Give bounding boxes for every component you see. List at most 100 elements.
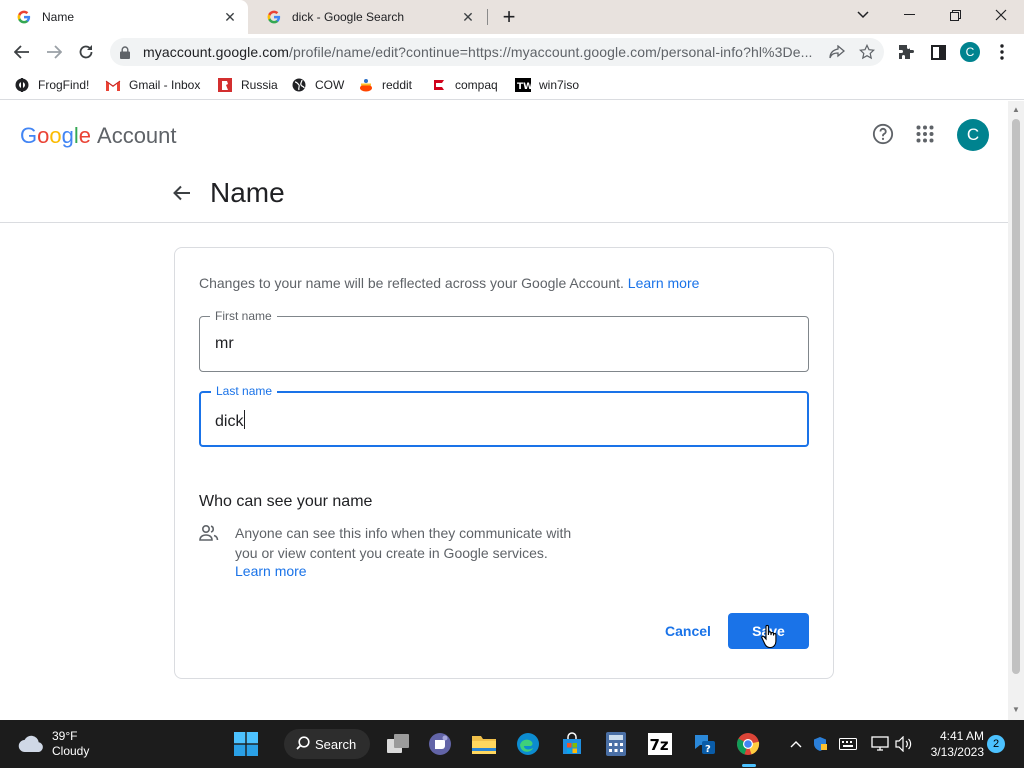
new-tab-icon[interactable]: + xyxy=(497,4,521,29)
learn-more-link[interactable]: Learn more xyxy=(628,275,700,291)
tab-title: Name xyxy=(42,10,75,24)
get-help-icon[interactable]: ? xyxy=(688,728,720,760)
restore-icon[interactable] xyxy=(932,0,978,30)
gmail-icon xyxy=(105,77,121,93)
notification-badge[interactable]: 2 xyxy=(987,735,1005,753)
clock[interactable]: 4:41 AM 3/13/2023 xyxy=(918,728,984,760)
last-name-label: Last name xyxy=(211,384,278,398)
tab-title: dick - Google Search xyxy=(292,10,405,24)
extensions-icon[interactable] xyxy=(892,38,920,66)
close-window-icon[interactable] xyxy=(978,0,1024,30)
page-scrollbar[interactable]: ▲ ▼ xyxy=(1008,101,1024,720)
temperature: 39°F xyxy=(52,729,78,743)
people-icon xyxy=(199,524,219,542)
volume-icon[interactable] xyxy=(894,734,914,754)
bookmark-win7iso[interactable]: TW win7iso xyxy=(515,76,579,94)
task-view-icon[interactable] xyxy=(382,728,414,760)
tab-close-icon[interactable]: ✕ xyxy=(458,7,478,27)
store-icon[interactable] xyxy=(556,728,588,760)
who-learn-more-link[interactable]: Learn more xyxy=(235,563,307,579)
taskbar: 39°F Cloudy Search 7z ? 4:41 AM 3/13/202… xyxy=(0,720,1024,768)
intro-text: Changes to your name will be reflected a… xyxy=(199,275,700,291)
russia-site-icon xyxy=(217,77,233,93)
tab-search-dropdown-icon[interactable] xyxy=(840,0,886,30)
tw-icon: TW xyxy=(515,77,531,93)
bookmark-frogfind[interactable]: FrogFind! xyxy=(14,76,89,94)
address-bar[interactable]: myaccount.google.com/profile/name/edit?c… xyxy=(110,38,884,66)
name-edit-card: Changes to your name will be reflected a… xyxy=(174,247,834,679)
bookmarks-bar: FrogFind! Gmail - Inbox Russia COW reddi… xyxy=(0,70,1024,100)
svg-text:7z: 7z xyxy=(650,736,669,754)
who-can-see-text: Anyone can see this info when they commu… xyxy=(235,525,572,561)
back-arrow-icon[interactable] xyxy=(170,181,194,205)
search-icon xyxy=(296,735,310,753)
bookmark-cow[interactable]: COW xyxy=(291,76,344,94)
cancel-button[interactable]: Cancel xyxy=(655,613,721,649)
hand-cursor-icon xyxy=(761,624,777,649)
google-favicon-icon xyxy=(266,9,282,25)
help-icon[interactable] xyxy=(870,121,896,147)
first-name-label: First name xyxy=(210,309,277,323)
share-icon[interactable] xyxy=(824,39,850,65)
tab-separator xyxy=(487,9,488,25)
tab-close-icon[interactable]: ✕ xyxy=(220,7,240,27)
back-icon[interactable] xyxy=(8,38,36,66)
forward-icon[interactable] xyxy=(40,38,68,66)
page-content: Google Account C Name Changes to your na… xyxy=(0,101,1008,720)
chrome-icon[interactable] xyxy=(732,728,764,760)
account-wordmark: Account xyxy=(97,123,177,148)
security-shield-icon[interactable] xyxy=(810,734,830,754)
google-account-logo[interactable]: Google Account xyxy=(20,123,177,149)
bookmark-gmail[interactable]: Gmail - Inbox xyxy=(105,76,200,94)
cloud-icon xyxy=(18,735,43,753)
browser-menu-icon[interactable] xyxy=(988,38,1016,66)
bookmark-star-icon[interactable] xyxy=(854,39,880,65)
reddit-icon xyxy=(358,77,374,93)
taskbar-search[interactable]: Search xyxy=(284,729,370,759)
clock-date: 3/13/2023 xyxy=(930,745,984,759)
tab-strip: Name ✕ dick - Google Search ✕ + xyxy=(0,0,1024,34)
svg-text:TW: TW xyxy=(517,82,531,92)
calculator-icon[interactable] xyxy=(600,728,632,760)
windows-start-icon[interactable] xyxy=(230,728,262,760)
url-text: myaccount.google.com/profile/name/edit?c… xyxy=(143,44,813,60)
text-caret xyxy=(244,410,246,429)
scroll-down-icon[interactable]: ▼ xyxy=(1012,705,1020,714)
teams-chat-icon[interactable] xyxy=(424,728,456,760)
network-icon[interactable] xyxy=(870,734,890,754)
scroll-thumb[interactable] xyxy=(1012,119,1020,674)
scroll-up-icon[interactable]: ▲ xyxy=(1012,105,1020,114)
active-app-indicator xyxy=(742,764,756,767)
account-avatar[interactable]: C xyxy=(957,119,989,151)
last-name-input[interactable]: dick xyxy=(215,410,246,431)
browser-toolbar: myaccount.google.com/profile/name/edit?c… xyxy=(0,34,1024,70)
bookmark-reddit[interactable]: reddit xyxy=(358,76,412,94)
minimize-icon[interactable] xyxy=(886,0,932,30)
apps-grid-icon[interactable] xyxy=(912,121,938,147)
browser-profile-avatar[interactable]: C xyxy=(959,41,981,63)
show-hidden-icons-icon[interactable] xyxy=(786,734,806,754)
clock-time: 4:41 AM xyxy=(939,729,984,743)
first-name-input[interactable]: mr xyxy=(215,335,234,353)
first-name-field[interactable]: First name mr xyxy=(199,309,809,372)
lock-icon[interactable] xyxy=(120,45,134,59)
7zip-icon[interactable]: 7z xyxy=(644,728,676,760)
who-can-see-heading: Who can see your name xyxy=(199,493,373,510)
reload-icon[interactable] xyxy=(72,38,100,66)
globe-icon xyxy=(291,77,307,93)
keyboard-icon[interactable] xyxy=(838,734,858,754)
compaq-icon xyxy=(431,77,447,93)
last-name-field[interactable]: Last name dick xyxy=(199,384,809,447)
google-favicon-icon xyxy=(16,9,32,25)
header-divider xyxy=(0,222,1008,223)
tab-name[interactable]: Name ✕ xyxy=(0,0,248,34)
file-explorer-icon[interactable] xyxy=(468,728,500,760)
bookmark-compaq[interactable]: compaq xyxy=(431,76,498,94)
bookmark-russia[interactable]: Russia xyxy=(217,76,278,94)
svg-text:?: ? xyxy=(705,744,711,755)
tab-search[interactable]: dick - Google Search ✕ xyxy=(250,0,486,34)
frogfind-icon xyxy=(14,77,30,93)
edge-icon[interactable] xyxy=(512,728,544,760)
weather-widget[interactable]: 39°F Cloudy xyxy=(18,729,89,759)
side-panel-icon[interactable] xyxy=(924,38,952,66)
